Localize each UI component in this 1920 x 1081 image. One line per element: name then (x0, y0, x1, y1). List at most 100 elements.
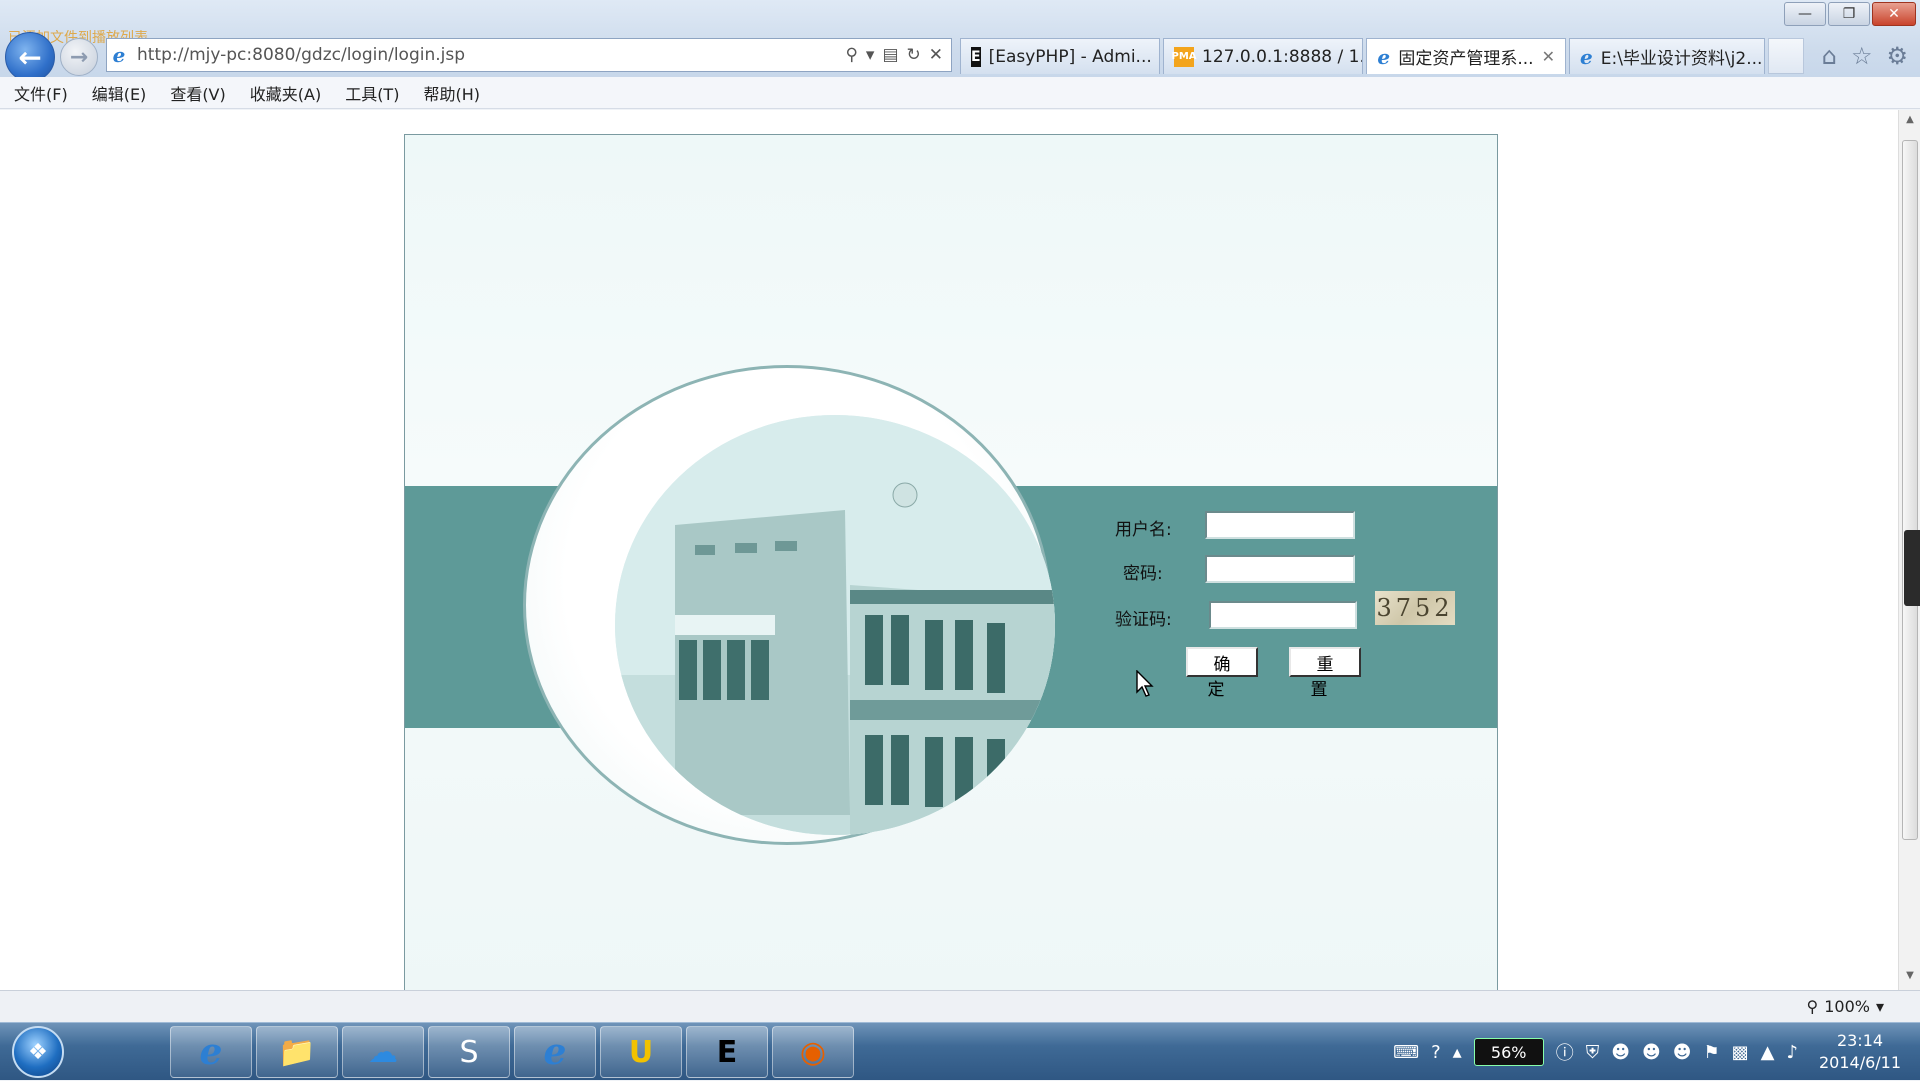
qq-icon[interactable]: ☻ (1611, 1042, 1630, 1063)
clock[interactable]: 23:14 2014/6/11 (1810, 1030, 1910, 1074)
zoom-icon: ⚲ (1806, 997, 1819, 1016)
browser-right-icons: ⌂ ☆ ⚙ (1822, 42, 1908, 70)
gear-icon[interactable]: ⚙ (1886, 42, 1908, 70)
clock-time: 23:14 (1836, 1031, 1884, 1050)
taskbar-baidu-cloud[interactable]: ☁ (342, 1026, 424, 1078)
tray-expand-icon[interactable]: ▴ (1453, 1042, 1462, 1063)
keyboard-icon[interactable]: ⌨ (1393, 1042, 1419, 1063)
restore-button[interactable]: ❐ (1828, 2, 1870, 26)
scroll-down-icon[interactable]: ▼ (1899, 970, 1920, 990)
arrow-left-icon: ← (18, 40, 42, 74)
taskbar-internet-explorer[interactable]: e (170, 1026, 252, 1078)
menu-view[interactable]: 查看(V) (170, 81, 225, 105)
taskbar-easyphp[interactable]: E (686, 1026, 768, 1078)
scroll-up-icon[interactable]: ▲ (1899, 114, 1920, 134)
phpmyadmin-icon: PMA (1171, 46, 1197, 67)
tab-label: [EasyPHP] - Admi... (988, 46, 1152, 67)
home-icon[interactable]: ⌂ (1822, 42, 1837, 70)
tab-label: E:\毕业设计资料\j2... (1600, 49, 1763, 69)
tab-asset-management[interactable]: e 固定资产管理系... ✕ (1366, 38, 1566, 74)
zoom-control[interactable]: ⚲ 100% ▾ (1807, 997, 1885, 1016)
battery-indicator[interactable]: 56% (1473, 1038, 1544, 1066)
tab-close-icon[interactable]: ✕ (1542, 47, 1555, 66)
browser-titlebar: 已添加文件到播放列表 ← → e http://mjy-pc:8080/gdzc… (0, 0, 1920, 86)
shield-icon[interactable]: ⛨ (1586, 1042, 1600, 1063)
side-toolbar-widget[interactable] (1904, 530, 1920, 606)
scroll-thumb[interactable] (1902, 140, 1918, 840)
close-window-button[interactable]: ✕ (1872, 2, 1916, 26)
address-bar[interactable]: e http://mjy-pc:8080/gdzc/login/login.js… (106, 38, 952, 72)
tab-label: 固定资产管理系... (1398, 49, 1534, 69)
favorites-star-icon[interactable]: ☆ (1851, 42, 1873, 70)
system-tray: ⌨ ? ▴ 56% ⓘ ⛨ ☻ ☻ ☻ ⚑ ▩ ▲ ♪ 23:14 2014/6… (1393, 1023, 1920, 1081)
forward-button[interactable]: → (60, 38, 98, 76)
network-icon[interactable]: ▩ (1732, 1042, 1749, 1063)
menu-tools[interactable]: 工具(T) (345, 81, 399, 105)
username-label: 用户名: (1115, 520, 1172, 540)
ie-page-icon: e (1377, 44, 1391, 69)
menu-help[interactable]: 帮助(H) (423, 81, 480, 105)
captcha-image[interactable]: 3752 (1375, 591, 1455, 625)
tab-label: 127.0.0.1:8888 / 1... (1202, 46, 1363, 67)
password-label: 密码: (1123, 564, 1163, 584)
page-viewport: 用户名: 密码: 验证码: 3752 确定 重置 (0, 110, 1898, 990)
taskbar-firefox[interactable]: ◉ (772, 1026, 854, 1078)
address-url[interactable]: http://mjy-pc:8080/gdzc/login/login.jsp (137, 45, 845, 65)
taskbar-ultraedit[interactable]: U (600, 1026, 682, 1078)
menu-file[interactable]: 文件(F) (14, 81, 68, 105)
username-input[interactable] (1205, 511, 1355, 539)
window-controls: — ❐ ✕ (1784, 2, 1916, 26)
dropdown-icon[interactable]: ▾ (866, 45, 875, 65)
qq-icon-3[interactable]: ☻ (1673, 1042, 1692, 1063)
ultraedit-icon: U (628, 1034, 654, 1070)
folder-icon: 📁 (278, 1034, 316, 1070)
confirm-button[interactable]: 确定 (1186, 647, 1258, 699)
sublime-icon: S (459, 1034, 479, 1070)
signal-icon[interactable]: ▲ (1761, 1042, 1775, 1063)
help-icon[interactable]: ? (1431, 1042, 1441, 1063)
internet-explorer-icon: e (543, 1031, 567, 1073)
login-panel: 用户名: 密码: 验证码: 3752 确定 重置 (404, 134, 1498, 990)
menu-bar: 文件(F) 编辑(E) 查看(V) 收藏夹(A) 工具(T) 帮助(H) (0, 77, 1920, 109)
password-input[interactable] (1205, 555, 1355, 583)
search-icon[interactable]: ⚲ (845, 45, 857, 65)
close-icon: ✕ (1888, 6, 1900, 22)
mouse-cursor-icon (1136, 670, 1154, 697)
captcha-input[interactable] (1209, 601, 1357, 629)
easyphp-icon: E (971, 46, 981, 67)
info-icon[interactable]: ⓘ (1556, 1039, 1574, 1065)
tab-local-file[interactable]: e E:\毕业设计资料\j2... (1569, 38, 1765, 74)
menu-favorites[interactable]: 收藏夹(A) (250, 81, 321, 105)
start-button[interactable]: ❖ (12, 1026, 64, 1078)
building-photo (615, 415, 1055, 835)
minimize-button[interactable]: — (1784, 2, 1826, 26)
chevron-down-icon[interactable]: ▾ (1876, 997, 1884, 1016)
tab-easyphp[interactable]: E [EasyPHP] - Admi... (960, 38, 1160, 74)
arrow-right-icon: → (69, 44, 89, 70)
reset-button[interactable]: 重置 (1289, 647, 1361, 699)
volume-icon[interactable]: ♪ (1787, 1042, 1799, 1063)
minimize-icon: — (1798, 6, 1812, 22)
status-bar: ⚲ 100% ▾ (0, 990, 1920, 1022)
stop-icon[interactable]: ✕ (929, 45, 943, 65)
easyphp-icon: E (716, 1034, 738, 1070)
cloud-icon: ☁ (368, 1034, 398, 1070)
clock-date: 2014/6/11 (1818, 1053, 1902, 1072)
refresh-icon[interactable]: ↻ (907, 45, 921, 65)
taskbar: ❖ e 📁 ☁ S e U E ◉ ⌨ ? ▴ 56% ⓘ ⛨ ☻ ☻ ☻ ⚑ … (0, 1022, 1920, 1080)
address-tools: ⚲ ▾ ▤ ↻ ✕ (845, 45, 951, 65)
firefox-icon: ◉ (799, 1034, 827, 1070)
flag-icon[interactable]: ⚑ (1704, 1042, 1720, 1063)
ie-page-icon: e (112, 43, 126, 67)
compat-view-icon[interactable]: ▤ (882, 45, 898, 65)
taskbar-internet-explorer-2[interactable]: e (514, 1026, 596, 1078)
back-button[interactable]: ← (5, 32, 55, 82)
new-tab-button[interactable] (1768, 38, 1804, 74)
ie-page-icon: e (1580, 44, 1593, 69)
menu-edit[interactable]: 编辑(E) (92, 81, 147, 105)
qq-icon-2[interactable]: ☻ (1642, 1042, 1661, 1063)
taskbar-sublime[interactable]: S (428, 1026, 510, 1078)
tab-phpmyadmin[interactable]: PMA 127.0.0.1:8888 / 1... (1163, 38, 1363, 74)
taskbar-file-explorer[interactable]: 📁 (256, 1026, 338, 1078)
restore-icon: ❐ (1842, 6, 1856, 22)
